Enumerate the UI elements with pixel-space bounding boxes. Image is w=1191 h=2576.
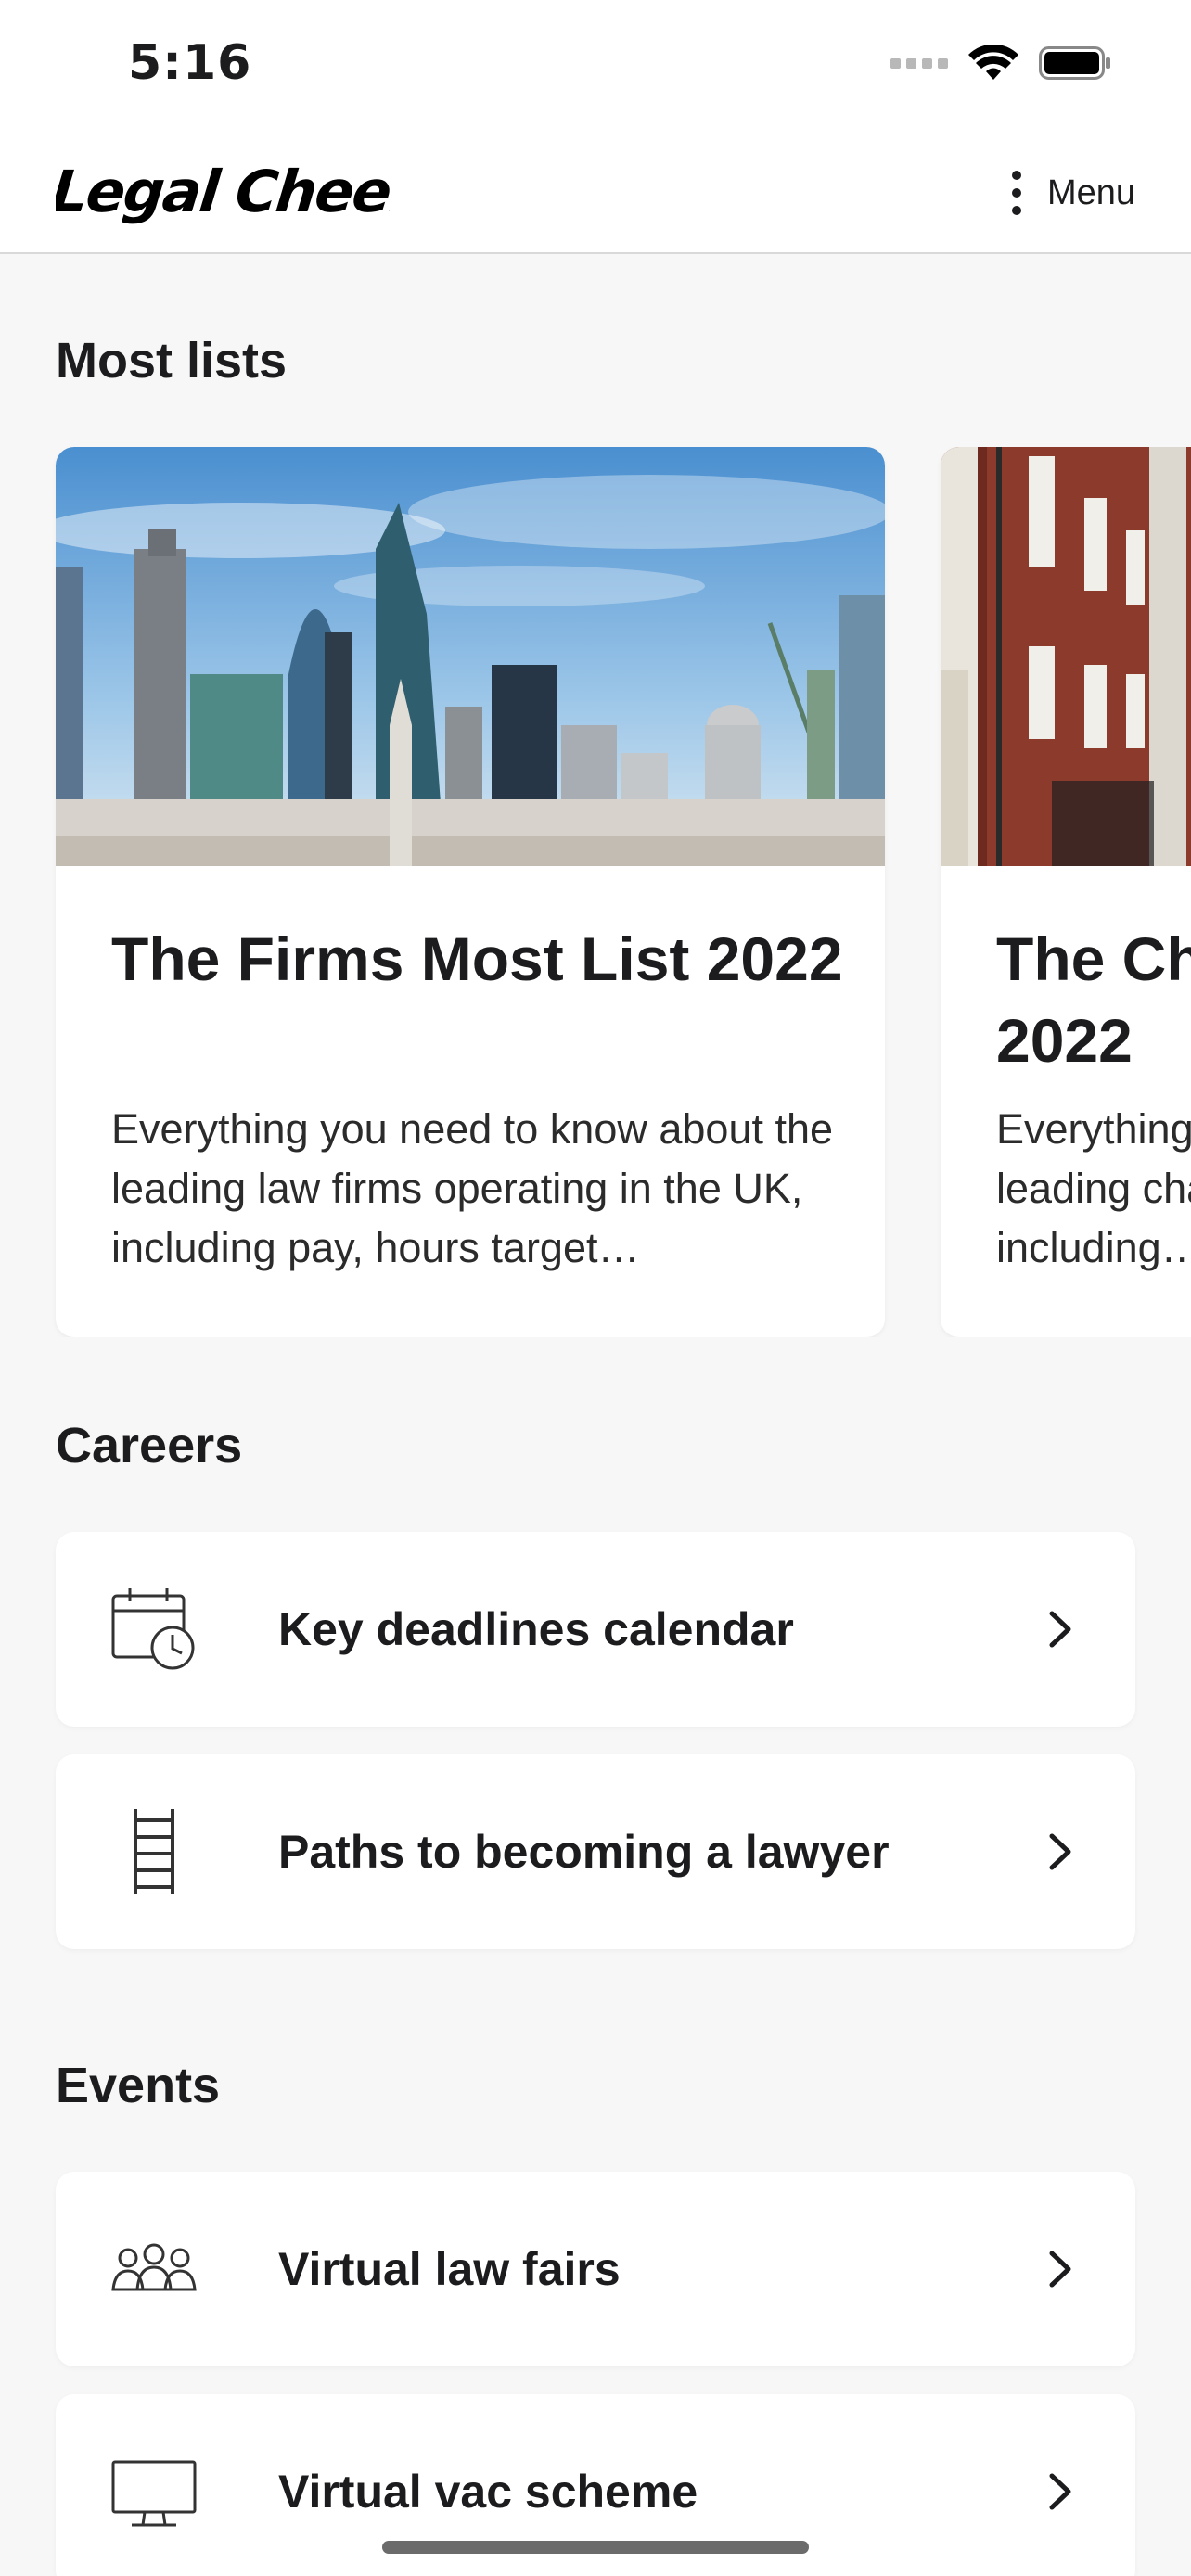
chevron-right-icon — [1049, 2251, 1071, 2288]
row-label: Virtual law fairs — [278, 2243, 621, 2295]
events-item-virtual-law-fairs[interactable]: Virtual law fairs — [56, 2172, 1135, 2366]
card-description: Everything you need to know about the le… — [996, 1105, 1191, 1271]
careers-item-key-deadlines[interactable]: Key deadlines calendar — [56, 1532, 1135, 1727]
status-icons — [890, 45, 1113, 82]
card-description: Everything you need to know about the le… — [111, 1105, 834, 1271]
wifi-icon — [968, 45, 1018, 80]
people-group-icon — [108, 2223, 200, 2315]
most-lists-carousel[interactable]: The Firms Most List 2022 Everything you … — [0, 447, 1191, 1337]
monitor-icon — [108, 2445, 200, 2538]
city-skyline-image — [56, 447, 885, 866]
status-time: 5:16 — [128, 35, 252, 91]
careers-item-paths-to-lawyer[interactable]: Paths to becoming a lawyer — [56, 1754, 1135, 1949]
row-label: Paths to becoming a lawyer — [278, 1826, 890, 1878]
brick-building-image — [941, 447, 1191, 866]
legal-cheek-logo[interactable]: Legal Cheek — [48, 154, 435, 236]
status-bar: 5:16 — [0, 0, 1191, 130]
svg-text:Legal Cheek: Legal Cheek — [56, 158, 390, 225]
card-title: The Chambers Most List 2022 — [996, 925, 1191, 1075]
ladder-icon — [108, 1805, 200, 1898]
app-header: Legal Cheek Menu — [0, 130, 1191, 254]
card-title: The Firms Most List 2022 — [111, 925, 843, 993]
section-title-most-lists: Most lists — [56, 333, 288, 389]
more-vertical-icon — [1011, 171, 1021, 215]
battery-icon — [1039, 46, 1110, 80]
home-indicator[interactable] — [382, 2541, 809, 2554]
most-list-card[interactable]: The Firms Most List 2022 Everything you … — [56, 447, 885, 1337]
chevron-right-icon — [1049, 2473, 1071, 2510]
section-title-careers: Careers — [56, 1418, 243, 1473]
menu-label: Menu — [1046, 172, 1135, 212]
calendar-clock-icon — [108, 1583, 200, 1676]
cellular-signal-icon — [890, 57, 948, 69]
section-title-events: Events — [56, 2058, 221, 2113]
menu-button[interactable]: Menu — [1011, 165, 1135, 221]
chevron-right-icon — [1049, 1611, 1071, 1648]
most-list-card[interactable]: The Chambers Most List 2022 Everything y… — [941, 447, 1191, 1337]
chevron-right-icon — [1049, 1833, 1071, 1870]
row-label: Key deadlines calendar — [278, 1603, 794, 1655]
